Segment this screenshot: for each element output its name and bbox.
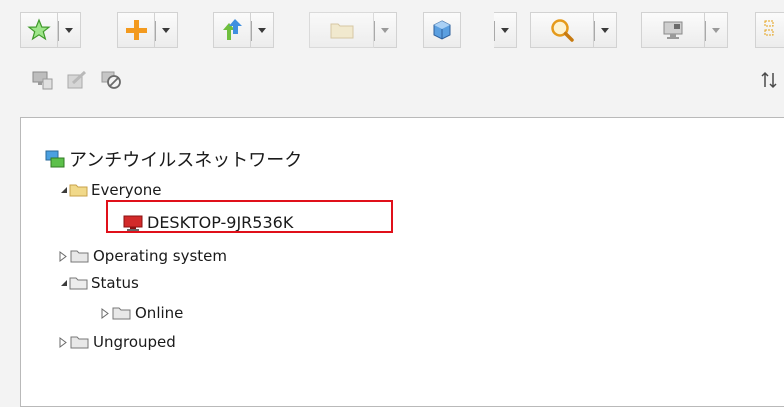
block-button[interactable] [96, 64, 126, 96]
chevron-down-icon [601, 27, 609, 33]
shield-scan-button[interactable] [62, 64, 92, 96]
package-button[interactable] [423, 12, 461, 48]
deploy-button[interactable] [213, 12, 251, 48]
package-dropdown[interactable] [494, 12, 517, 48]
tree-node-online[interactable]: Online [101, 304, 183, 322]
computer-scan-button[interactable] [641, 12, 705, 48]
expand-open-icon[interactable] [61, 280, 67, 286]
view-button[interactable] [755, 12, 784, 48]
folder-dropdown[interactable] [374, 12, 397, 48]
folder-open-icon [69, 277, 88, 290]
folder-open-icon [69, 184, 88, 197]
block-icon [101, 71, 121, 89]
package-cube-icon [433, 20, 451, 40]
folder-button[interactable] [309, 12, 374, 48]
tree-node-label: Everyone [91, 181, 162, 199]
star-icon [27, 18, 51, 41]
chevron-down-icon [381, 27, 389, 33]
chevron-down-icon [162, 27, 170, 33]
chevron-down-icon [712, 27, 720, 33]
deploy-arrows-icon [223, 19, 242, 40]
tree-node-operating-system[interactable]: Operating system [59, 247, 227, 265]
computer-report-icon [32, 71, 53, 90]
expand-closed-icon[interactable] [59, 250, 68, 262]
expand-closed-icon[interactable] [59, 336, 68, 348]
search-dropdown[interactable] [594, 12, 617, 48]
tree-node-status[interactable]: Status [61, 274, 139, 292]
tree-node-everyone[interactable]: Everyone [61, 181, 162, 199]
main-toolbar [0, 0, 784, 62]
favorites-button[interactable] [20, 12, 58, 48]
tree-root-label: アンチウイルスネットワーク [69, 150, 303, 171]
chevron-down-icon [65, 27, 73, 33]
tree-node-label: Operating system [93, 247, 227, 265]
tree-root[interactable]: アンチウイルスネットワーク [45, 146, 302, 172]
search-button[interactable] [530, 12, 594, 48]
tree-node-label: Online [135, 304, 184, 322]
expand-closed-icon[interactable] [101, 307, 110, 319]
add-dropdown[interactable] [155, 12, 178, 48]
deploy-dropdown[interactable] [251, 12, 274, 48]
folder-icon [112, 307, 131, 320]
network-tree-panel: アンチウイルスネットワーク Everyone DESKTOP-9JR536K O… [20, 117, 784, 407]
tree-node-label: Status [91, 274, 139, 292]
tree-node-ungrouped[interactable]: Ungrouped [59, 333, 176, 351]
tree-node-label: Ungrouped [93, 333, 176, 351]
chevron-down-icon [501, 27, 509, 33]
network-icon [45, 150, 65, 168]
sort-button[interactable] [756, 64, 784, 96]
folder-icon [70, 336, 89, 349]
tree-view-icon [764, 20, 774, 36]
search-icon [551, 19, 574, 42]
expand-open-icon[interactable] [61, 187, 67, 193]
chevron-down-icon [258, 27, 266, 33]
add-button[interactable] [117, 12, 155, 48]
shield-scan-icon [67, 70, 87, 89]
computer-report-button[interactable] [28, 64, 58, 96]
sort-icon [761, 71, 777, 89]
highlight-box [106, 200, 393, 233]
computer-scan-icon [663, 21, 683, 39]
add-icon [126, 20, 147, 40]
folder-icon [70, 250, 89, 263]
favorites-dropdown[interactable] [58, 12, 81, 48]
folder-icon [330, 23, 353, 39]
computer-scan-dropdown[interactable] [705, 12, 728, 48]
